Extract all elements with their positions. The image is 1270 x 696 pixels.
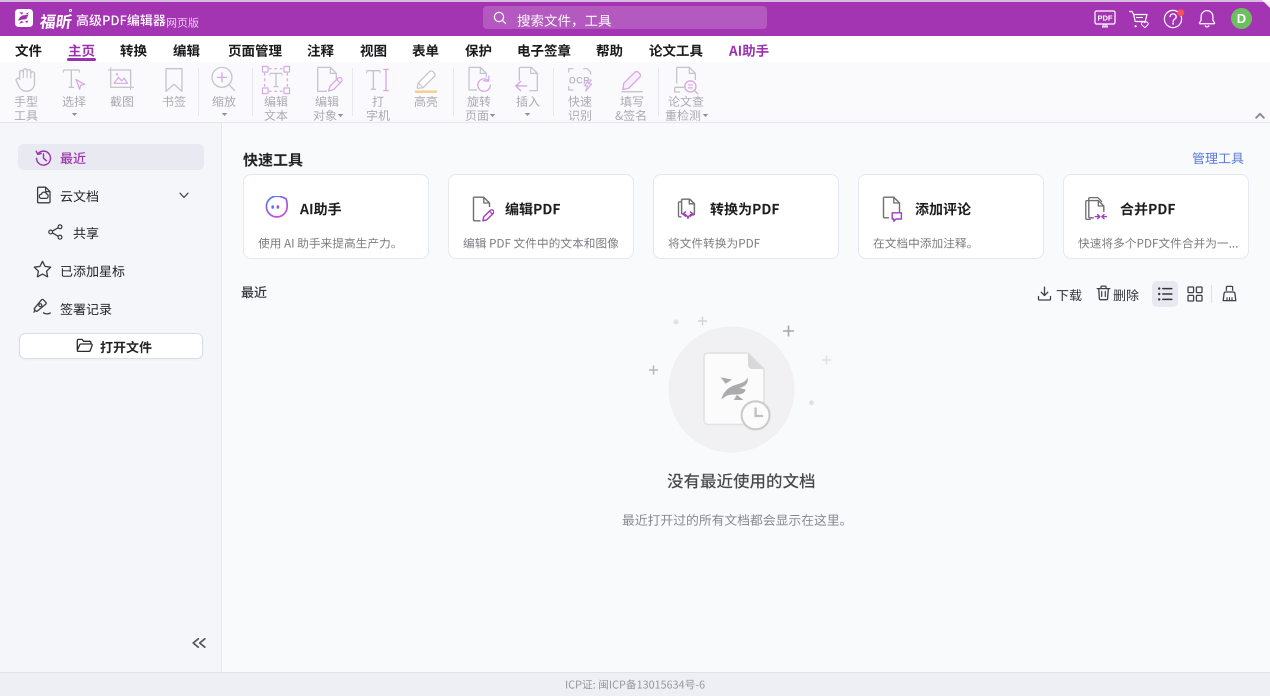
svg-text:PDF: PDF: [1098, 14, 1113, 23]
svg-text:OCR: OCR: [568, 76, 589, 86]
